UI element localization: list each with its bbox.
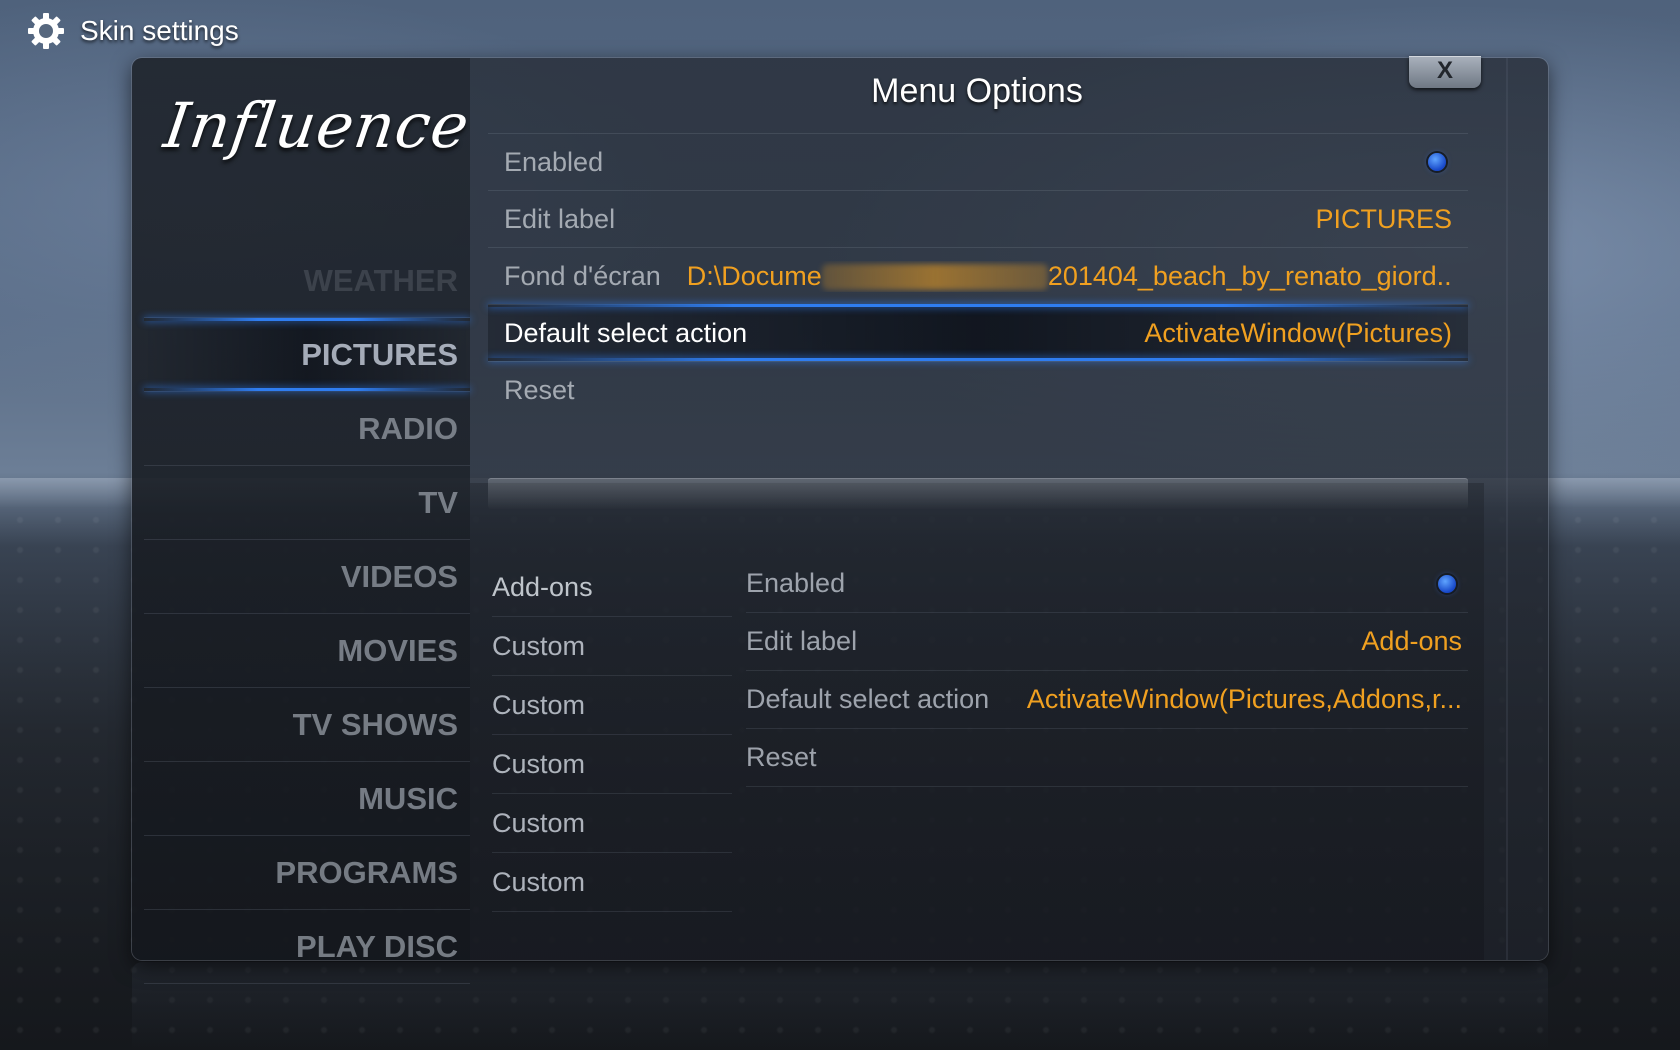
option-enabled[interactable]: Enabled [488, 133, 1468, 190]
sidebar: Influence WEATHER PICTURES RADIO TV VIDE… [132, 58, 475, 984]
option-reset-label: Reset [504, 374, 575, 405]
main-item-options: Enabled Edit label PICTURES Fond d'écran… [488, 133, 1468, 418]
sub-option-edit-label-label: Edit label [746, 626, 858, 656]
sub-option-enabled[interactable]: Enabled [746, 555, 1468, 613]
sub-option-edit-label[interactable]: Edit label Add-ons [746, 613, 1468, 671]
submenu-list: Add-ons Custom Custom Custom Custom Cust… [492, 558, 732, 912]
sub-option-default-action-label: Default select action [746, 684, 990, 714]
option-reset[interactable]: Reset [488, 361, 1468, 418]
option-enabled-label: Enabled [504, 146, 604, 177]
menu-item-programs[interactable]: PROGRAMS [144, 836, 470, 910]
logo: Influence [159, 88, 475, 162]
submenu-item-custom[interactable]: Custom [492, 676, 732, 735]
sub-option-default-select-action[interactable]: Default select action ActivateWindow(Pic… [746, 671, 1468, 729]
submenu-item-custom[interactable]: Custom [492, 735, 732, 794]
option-default-action-value: ActivateWindow(Pictures) [1144, 317, 1452, 348]
sub-option-reset-label: Reset [746, 742, 817, 772]
sub-option-edit-label-value: Add-ons [1361, 626, 1462, 656]
option-background-label: Fond d'écran [504, 260, 661, 291]
option-edit-label-value: PICTURES [1315, 203, 1452, 234]
gear-icon [26, 11, 66, 51]
menu-options-dialog: Influence WEATHER PICTURES RADIO TV VIDE… [132, 56, 1548, 984]
header: Skin settings [26, 10, 239, 52]
menu-item-radio[interactable]: RADIO [144, 392, 470, 466]
sub-option-default-action-value: ActivateWindow(Pictures,Addons,r... [1026, 684, 1462, 714]
submenu-item-custom[interactable]: Custom [492, 617, 732, 676]
option-default-select-action[interactable]: Default select action ActivateWindow(Pic… [488, 304, 1468, 361]
menu-item-music[interactable]: MUSIC [144, 762, 470, 836]
section-divider [488, 478, 1468, 509]
submenu-item-custom[interactable]: Custom [492, 853, 732, 912]
menu-item-videos[interactable]: VIDEOS [144, 540, 470, 614]
background-path-start: D:\Docume [686, 260, 822, 291]
menu-item-pictures[interactable]: PICTURES [144, 318, 470, 392]
submenu-options: Enabled Edit label Add-ons Default selec… [746, 555, 1468, 787]
option-background[interactable]: Fond d'écran D:\Docume 201404_beach_by_re… [488, 247, 1468, 304]
menu-item-tv[interactable]: TV [144, 466, 470, 540]
window-title: Skin settings [80, 15, 239, 46]
submenu-item-custom[interactable]: Custom [492, 794, 732, 853]
menu-item-play-disc[interactable]: PLAY DISC [144, 910, 470, 984]
option-edit-label-label: Edit label [504, 203, 616, 234]
menu-item-movies[interactable]: MOVIES [144, 614, 470, 688]
enabled-radio-icon[interactable] [1428, 153, 1446, 171]
sub-enabled-radio-icon[interactable] [1438, 574, 1456, 593]
sub-option-enabled-label: Enabled [746, 568, 846, 598]
redacted-path-segment [821, 264, 1048, 291]
menu-item-weather[interactable]: WEATHER [144, 244, 470, 318]
right-rail [1506, 58, 1508, 960]
background-path-end: 201404_beach_by_renato_giord... [1047, 260, 1452, 291]
submenu-item-addons[interactable]: Add-ons [492, 558, 732, 617]
main-menu-list: WEATHER PICTURES RADIO TV VIDEOS MOVIES … [132, 244, 470, 984]
sub-option-reset[interactable]: Reset [746, 729, 1468, 787]
menu-item-tv-shows[interactable]: TV SHOWS [144, 688, 470, 762]
option-background-value: D:\Docume 201404_beach_by_renato_giord... [687, 261, 1452, 292]
option-edit-label[interactable]: Edit label PICTURES [488, 190, 1468, 247]
dialog-title: Menu Options [871, 72, 1083, 110]
option-default-action-label: Default select action [504, 317, 748, 348]
